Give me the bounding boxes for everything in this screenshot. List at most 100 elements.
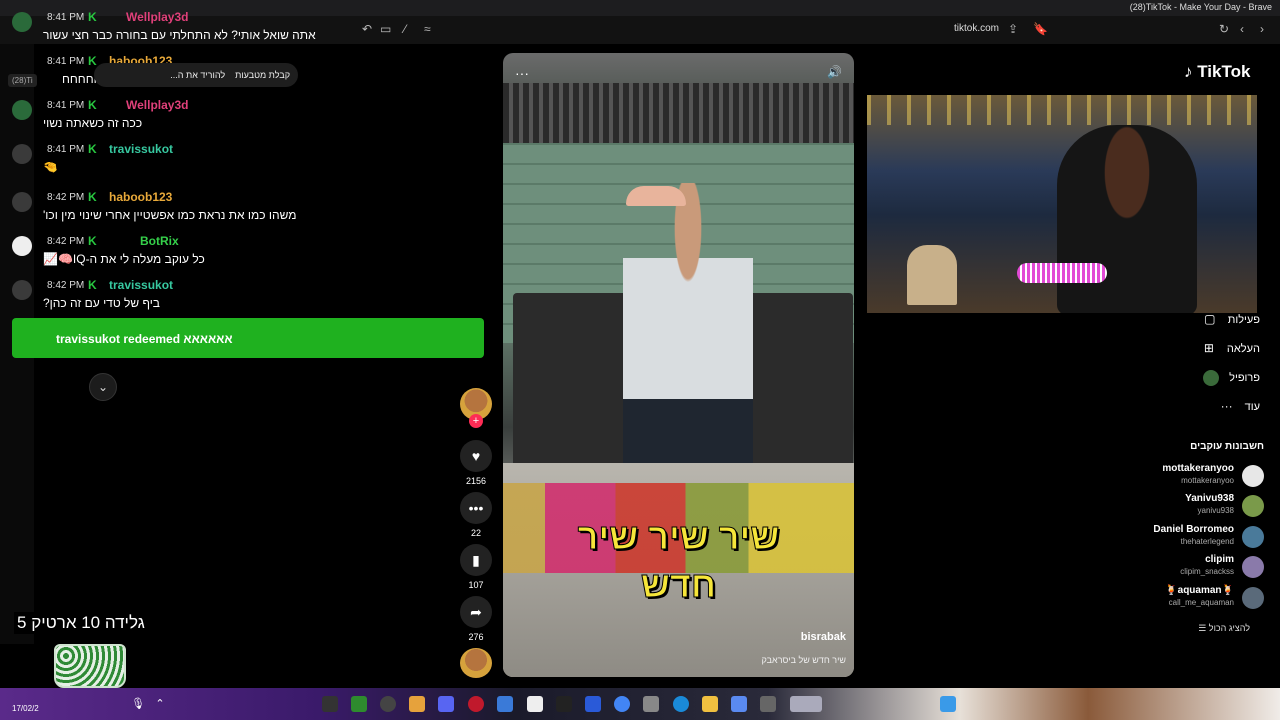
following-account[interactable]: Yanivu938 yanivu938 [1104,493,1264,521]
kick-app-icon[interactable] [351,696,367,712]
save-count: 107 [468,580,484,590]
share-icon[interactable]: ➦ [460,596,492,628]
following-account[interactable]: 🍹aquaman🍹 call_me_aquaman [1104,585,1264,613]
message-time: 8:42 PM [47,280,85,291]
taskbar-date: 17/02/2 [12,704,39,713]
video-scene-chef [623,183,753,483]
show-all-label: להציג הכול [1208,623,1250,633]
message-time: 8:41 PM [47,12,85,23]
account-name: mottakeranyoo [1162,463,1234,474]
scroll-down-button[interactable]: ⌄ [89,373,117,401]
comment-action[interactable]: ••• 22 [460,492,492,538]
upload-icon: ⊞ [1203,341,1214,355]
following-account[interactable]: clipim clipim_snackss [1104,554,1264,582]
download-label: להוריד את ה... [170,70,226,80]
chrome-icon[interactable] [614,696,630,712]
bookmark-icon[interactable]: ▮ [460,544,492,576]
username[interactable]: haboob123 [109,190,172,204]
username[interactable]: BotRix [140,234,179,248]
message-time: 8:41 PM [47,56,85,67]
folder-icon[interactable] [702,696,718,712]
username[interactable]: Wellplay3d [126,10,188,24]
comment-count: 22 [470,528,481,538]
nav-more[interactable]: עוד ··· [1219,399,1260,415]
account-handle: clipim_snackss [1180,567,1234,576]
app-icon[interactable] [409,696,425,712]
avatar [1242,526,1264,548]
tiktok-logo[interactable]: ♪ TikTok [1184,62,1250,82]
obs-icon[interactable] [380,696,396,712]
video-scene-cap [626,186,686,206]
account-name: Daniel Borromeo [1153,524,1234,535]
forward-icon[interactable]: › [1260,22,1264,36]
following-account[interactable]: Daniel Borromeo thehaterlegend [1104,524,1264,552]
volume-icon[interactable]: 🔊 [827,65,842,79]
app-icon[interactable] [585,696,601,712]
chevron-up-icon[interactable]: ⌃ [152,696,168,712]
activity-icon: ▢ [1204,312,1216,326]
video-scene-hood [503,83,854,143]
account-name: Yanivu938 [1185,493,1234,504]
message-text: אתה שואל אותי? לא התחלתי עם בחורה כבר חצ… [43,28,316,42]
discord-icon[interactable] [438,696,454,712]
chat-message: 8:42 PM K travissukot ביף של טדי עם זה כ… [12,278,482,322]
video-player[interactable]: ··· 🔊 שיר שיר שיר חדש bisrabak שיר חדש ש… [503,53,854,677]
window-title: (28)TikTok - Make Your Day - Brave [1129,2,1272,12]
reload-icon[interactable]: ↻ [1219,22,1229,36]
app-icon[interactable] [497,696,513,712]
store-icon[interactable] [643,696,659,712]
webcam-microphone [1017,263,1107,283]
windows-start-icon[interactable] [940,696,956,712]
chat-message: 8:42 PM K BotRix כל עוקב מעלה לי את ה-IQ… [12,234,482,278]
kick-badge-icon: K [88,278,97,292]
username[interactable]: travissukot [109,278,173,292]
bookmark-icon[interactable]: 🔖 [1033,22,1048,36]
username[interactable]: travissukot [109,142,173,156]
share-action[interactable]: ➦ 276 [460,596,492,642]
record-icon[interactable] [468,696,484,712]
more-options-icon[interactable]: ··· [515,65,529,81]
like-action[interactable]: ♥ 2156 [460,440,492,486]
account-name: 🍹aquaman🍹 [1165,585,1234,596]
app-icon[interactable] [760,696,776,712]
address-bar[interactable]: tiktok.com [954,23,999,34]
video-description: שיר חדש של ביסראבק [761,655,846,665]
message-time: 8:42 PM [47,236,85,247]
follow-plus-icon[interactable]: + [469,414,483,428]
taskbar: 17/02/2 🎙 ⌃ [0,688,1280,720]
message-text: ככה זה כשאתה נשוי [43,116,143,130]
coins-notice[interactable]: קבלת מטבעות להוריד את ה... [94,63,298,87]
caption-line-1: שיר שיר שיר [577,516,780,558]
share-icon[interactable]: ⇪ [1008,22,1018,36]
nav-upload[interactable]: העלאה ⊞ [1201,341,1260,357]
music-disc-avatar[interactable] [460,648,492,678]
kick-badge-icon: K [88,234,97,248]
chatgpt-icon[interactable] [556,696,572,712]
widgets-icon[interactable] [790,696,822,712]
chat-message: 8:41 PM K Wellplay3d אתה שואל אותי? לא ה… [12,10,482,54]
back-icon[interactable]: ‹ [1240,22,1244,36]
webcam-lights [867,95,1257,125]
comment-icon[interactable]: ••• [460,492,492,524]
nav-profile[interactable]: פרופיל [1203,370,1260,386]
nav-activity[interactable]: פעילות ▢ [1202,312,1260,328]
logo-text: TikTok [1197,62,1251,81]
copilot-icon[interactable] [731,696,747,712]
account-handle: call_me_aquaman [1168,598,1234,607]
terminal-icon[interactable] [322,696,338,712]
chat-message: 8:41 PM K Wellplay3d ככה זה כשאתה נשוי [12,98,482,142]
account-name: clipim [1205,554,1234,565]
microphone-icon[interactable]: 🎙 [130,696,146,712]
avatar [1242,495,1264,517]
edge-icon[interactable] [673,696,689,712]
app-icon[interactable] [527,696,543,712]
kick-badge-icon: K [88,98,97,112]
following-account[interactable]: mottakeranyoo mottakeranyoo [1104,463,1264,491]
ice-cream-cup-image [54,644,126,688]
show-all-link[interactable]: להציג הכול ☰ [1198,623,1250,634]
username[interactable]: Wellplay3d [126,98,188,112]
heart-icon[interactable]: ♥ [460,440,492,472]
video-username[interactable]: bisrabak [801,631,846,643]
save-action[interactable]: ▮ 107 [460,544,492,590]
video-caption: שיר שיר שיר חדש [503,513,854,609]
